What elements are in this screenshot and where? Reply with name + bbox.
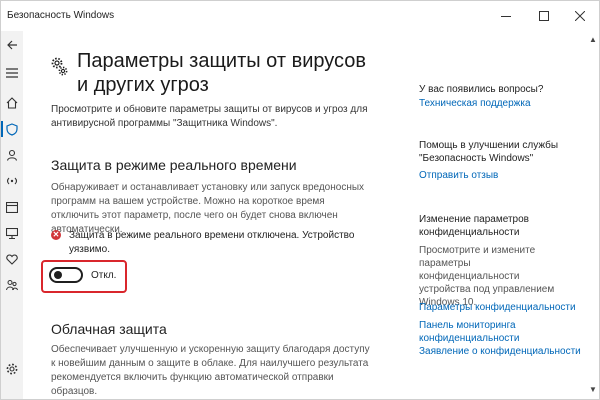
nav-account[interactable] bbox=[4, 147, 20, 163]
privacy-settings-link[interactable]: Параметры конфиденциальности bbox=[419, 301, 576, 314]
close-button[interactable] bbox=[561, 1, 599, 31]
maximize-button[interactable] bbox=[525, 1, 563, 31]
menu-button[interactable] bbox=[4, 65, 20, 81]
menu-icon bbox=[6, 68, 18, 78]
privacy-statement-link[interactable]: Заявление о конфиденциальности bbox=[419, 345, 581, 358]
family-icon bbox=[6, 280, 18, 291]
back-button[interactable] bbox=[4, 37, 20, 53]
minimize-button[interactable] bbox=[487, 1, 525, 31]
toggle-state-label: Откл. bbox=[91, 270, 117, 281]
device-security-icon bbox=[6, 227, 18, 239]
maximize-icon bbox=[539, 11, 549, 21]
realtime-section-title: Защита в режиме реального времени bbox=[51, 157, 297, 173]
minimize-icon bbox=[501, 15, 511, 17]
close-icon bbox=[575, 11, 585, 21]
page-intro: Просмотрите и обновите параметры защиты … bbox=[51, 104, 368, 129]
toggle-knob bbox=[54, 271, 62, 279]
navigation-rail bbox=[1, 31, 23, 399]
privacy-title: Изменение параметров конфиденциальности bbox=[419, 214, 529, 238]
cloud-section-title: Облачная защита bbox=[51, 321, 167, 337]
improve-title: Помощь в улучшении службы "Безопасность … bbox=[419, 140, 559, 164]
gears-icon bbox=[51, 57, 68, 76]
nav-virus-protection[interactable] bbox=[1, 121, 20, 137]
nav-family[interactable] bbox=[4, 277, 20, 293]
nav-device-security[interactable] bbox=[4, 225, 20, 241]
home-icon bbox=[6, 97, 18, 109]
nav-app-browser[interactable] bbox=[4, 199, 20, 215]
shield-icon bbox=[6, 122, 18, 136]
settings-icon bbox=[6, 363, 18, 375]
nav-device-health[interactable] bbox=[4, 251, 20, 267]
network-icon bbox=[6, 177, 18, 185]
cloud-description: Обеспечивает улучшенную и ускоренную защ… bbox=[51, 344, 370, 397]
app-browser-icon bbox=[6, 201, 18, 213]
nav-network[interactable] bbox=[4, 173, 20, 189]
window-title: Безопасность Windows bbox=[7, 10, 115, 21]
questions-title: У вас появились вопросы? bbox=[419, 84, 544, 95]
back-icon bbox=[7, 40, 17, 50]
alert-text: Защита в режиме реального времени отключ… bbox=[69, 230, 355, 255]
error-icon: ✕ bbox=[51, 230, 61, 240]
support-link[interactable]: Техническая поддержка bbox=[419, 97, 531, 110]
account-icon bbox=[6, 149, 18, 161]
health-icon bbox=[6, 253, 18, 265]
scroll-up-icon[interactable]: ▲ bbox=[589, 35, 597, 44]
feedback-link[interactable]: Отправить отзыв bbox=[419, 169, 498, 182]
privacy-text: Просмотрите и измените параметры конфиде… bbox=[419, 245, 555, 308]
privacy-dashboard-link[interactable]: Панель мониторинга конфиденциальности bbox=[419, 319, 539, 345]
realtime-protection-toggle[interactable] bbox=[49, 267, 83, 283]
page-title: Параметры защиты от вирусов и других угр… bbox=[77, 50, 367, 96]
title-bar: Безопасность Windows bbox=[1, 1, 599, 31]
scroll-down-icon[interactable]: ▼ bbox=[589, 385, 597, 394]
app-window: Безопасность Windows Параметры защиты от… bbox=[0, 0, 600, 400]
nav-settings[interactable] bbox=[4, 361, 20, 377]
scrollbar[interactable]: ▲ ▼ bbox=[587, 31, 599, 399]
nav-home[interactable] bbox=[4, 95, 20, 111]
